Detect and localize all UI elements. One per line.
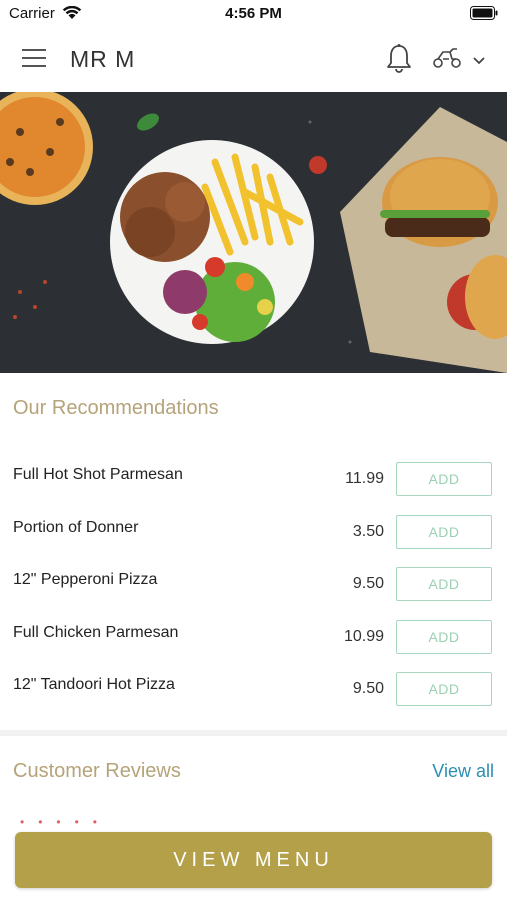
menu-item-price: 9.50 <box>352 575 384 592</box>
menu-item: Full Hot Shot Parmesan 11.99 ADD <box>0 462 507 514</box>
chevron-down-icon[interactable] <box>472 53 486 71</box>
restaurant-title: MR M <box>70 46 136 72</box>
menu-item-price: 3.50 <box>352 523 384 540</box>
menu-item-name: 12" Pepperoni Pizza <box>13 571 158 588</box>
menu-item: 12" Tandoori Hot Pizza 9.50 ADD <box>0 672 507 724</box>
menu-item: Full Chicken Parmesan 10.99 ADD <box>0 620 507 672</box>
add-button[interactable]: ADD <box>396 515 492 549</box>
menu-item-name: Full Hot Shot Parmesan <box>13 466 183 483</box>
reviews-title: Customer Reviews <box>13 760 181 782</box>
scooter-icon[interactable] <box>431 46 463 75</box>
add-button[interactable]: ADD <box>396 672 492 706</box>
menu-item-name: 12" Tandoori Hot Pizza <box>13 676 175 693</box>
menu-item-name: Full Chicken Parmesan <box>13 624 179 641</box>
menu-item: 12" Pepperoni Pizza 9.50 ADD <box>0 567 507 619</box>
add-button[interactable]: ADD <box>396 462 492 496</box>
view-all-link[interactable]: View all <box>432 761 494 782</box>
view-menu-button[interactable]: VIEW MENU <box>15 832 492 888</box>
rating-stars: ••••• <box>20 815 112 829</box>
battery-icon <box>470 6 498 25</box>
menu-item: Portion of Donner 3.50 ADD <box>0 515 507 567</box>
menu-icon[interactable] <box>22 49 48 69</box>
app-header: MR M <box>0 26 507 93</box>
add-button[interactable]: ADD <box>396 620 492 654</box>
section-divider <box>0 730 507 736</box>
menu-item-price: 9.50 <box>352 680 384 697</box>
menu-item-price: 11.99 <box>345 470 384 487</box>
bell-icon[interactable] <box>385 43 413 80</box>
clock: 4:56 PM <box>225 5 282 22</box>
recommendations-title: Our Recommendations <box>13 397 219 419</box>
menu-item-price: 10.99 <box>343 628 384 645</box>
add-button[interactable]: ADD <box>396 567 492 601</box>
status-bar: Carrier 4:56 PM <box>0 0 507 26</box>
hero-food-image <box>0 92 507 373</box>
menu-item-name: Portion of Donner <box>13 519 139 536</box>
